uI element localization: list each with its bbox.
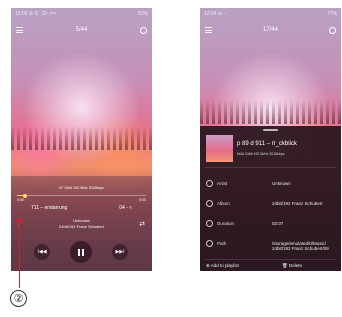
progress-bar[interactable]: [17, 193, 146, 198]
menu-icon[interactable]: [205, 27, 212, 33]
info-row-album: Album 24bit/192 Franz Schubert: [200, 198, 341, 212]
row-value: /storage/emulated/0/Music/ 24bit/192 Fra…: [272, 241, 329, 251]
previous-icon: I◀◀: [37, 249, 47, 255]
callout-number: ②: [10, 290, 27, 307]
crowd-silhouette: [200, 100, 341, 124]
repeat-icon[interactable]: ⇄: [139, 220, 145, 228]
next-button[interactable]: ▶▶I: [112, 244, 128, 260]
delete-label: Delete: [288, 263, 302, 268]
pause-icon-bar: [82, 248, 84, 256]
clock-icon: [206, 220, 213, 227]
trash-icon: 🗑: [282, 263, 289, 268]
status-left: 12:04 ⊘ ◦ ·: [204, 11, 229, 17]
detail-codec: M4A 24bit 192.0kHz 3018kbps: [237, 152, 285, 156]
album-icon: [206, 200, 213, 207]
add-to-playlist-button[interactable]: ⊕ Add to playlist: [206, 263, 239, 269]
detail-title: p 89 d 911 – rr_ckblick: [237, 141, 297, 147]
add-to-playlist-label: Add to playlist: [210, 263, 239, 268]
info-row-artist: Artist Unknown: [200, 178, 341, 192]
progress-knob[interactable]: [22, 193, 27, 198]
person-icon: [206, 180, 213, 187]
pause-icon: [78, 248, 80, 256]
track-title: 711 – erstarrung: [31, 205, 68, 211]
next-icon: ▶▶I: [115, 249, 125, 255]
divider: [205, 167, 336, 168]
player-screen: 12:02 ⊘ R · D¹ ¹¹ᵒᵒ 82% 5/44 M° 24bit 19…: [11, 8, 152, 271]
settings-icon[interactable]: [328, 26, 336, 34]
track-details-sheet: p 89 d 911 – rr_ckblick M4A 24bit 192.0k…: [200, 126, 341, 271]
row-value: 24bit/192 Franz Schubert: [272, 201, 323, 206]
menu-icon[interactable]: [16, 27, 23, 33]
previous-button[interactable]: I◀◀: [34, 244, 50, 260]
delete-button[interactable]: 🗑 Delete: [282, 263, 302, 269]
callout-line: [19, 220, 20, 288]
row-value: Unknown: [272, 181, 291, 186]
folder-icon: [206, 240, 213, 247]
track-title-row: 711 – erstarrung 04 - ≈: [31, 205, 132, 211]
track-counter: 17/44: [262, 27, 278, 33]
artist-name: Unknown: [73, 218, 90, 223]
album-thumbnail: [206, 135, 233, 162]
codec-info: M° 24bit 192.0kHz 3018kbps: [59, 186, 104, 190]
time-elapsed: 0:00: [17, 198, 24, 202]
crowd-silhouette: [11, 126, 152, 150]
pause-button[interactable]: [70, 241, 92, 263]
track-info-screen: 12:04 ⊘ ◦ · 77% 17/44 p 89 d 911 – rr_ck…: [200, 8, 341, 271]
status-bar: 12:04 ⊘ ◦ · 77%: [200, 8, 341, 20]
row-value: 02:07: [272, 221, 284, 226]
next-track-title: 04 - ≈: [119, 205, 132, 211]
time-total: 0:00: [139, 198, 146, 202]
row-label: Artist: [217, 181, 228, 186]
divider: [205, 259, 336, 260]
row-label: Duration: [217, 221, 235, 226]
row-label: Album: [217, 201, 230, 206]
album-name: 24bit/192 Franz Schubert: [59, 224, 104, 229]
top-bar: 17/44: [200, 23, 341, 37]
track-counter: 5/44: [75, 27, 88, 33]
battery-level: 82%: [137, 11, 148, 17]
status-bar: 12:02 ⊘ R · D¹ ¹¹ᵒᵒ 82%: [11, 8, 152, 20]
row-label: Path: [217, 241, 227, 246]
top-bar: 5/44: [11, 23, 152, 37]
sheet-handle[interactable]: [263, 129, 278, 131]
status-left: 12:02 ⊘ R · D¹ ¹¹ᵒᵒ: [15, 11, 57, 17]
info-row-duration: Duration 02:07: [200, 218, 341, 232]
battery-level: 77%: [326, 11, 337, 17]
info-row-path: Path /storage/emulated/0/Music/ 24bit/19…: [200, 238, 341, 258]
settings-icon[interactable]: [140, 26, 147, 34]
